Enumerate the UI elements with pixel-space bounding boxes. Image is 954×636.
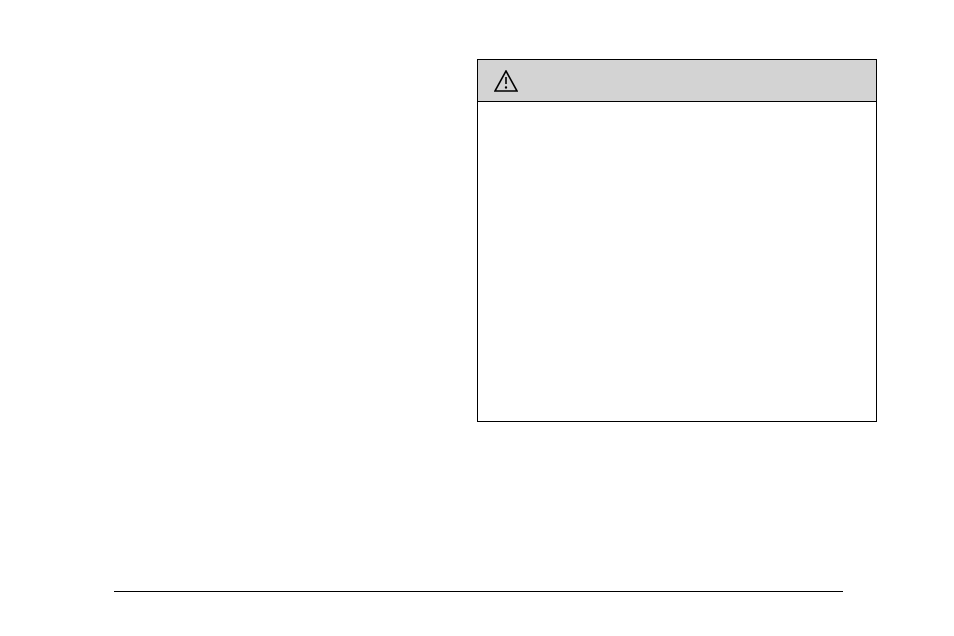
- callout-header: [478, 60, 876, 102]
- warning-triangle-icon: [494, 70, 518, 92]
- callout-box: [477, 59, 877, 422]
- footer-rule: [114, 591, 843, 592]
- callout-body: [478, 102, 876, 421]
